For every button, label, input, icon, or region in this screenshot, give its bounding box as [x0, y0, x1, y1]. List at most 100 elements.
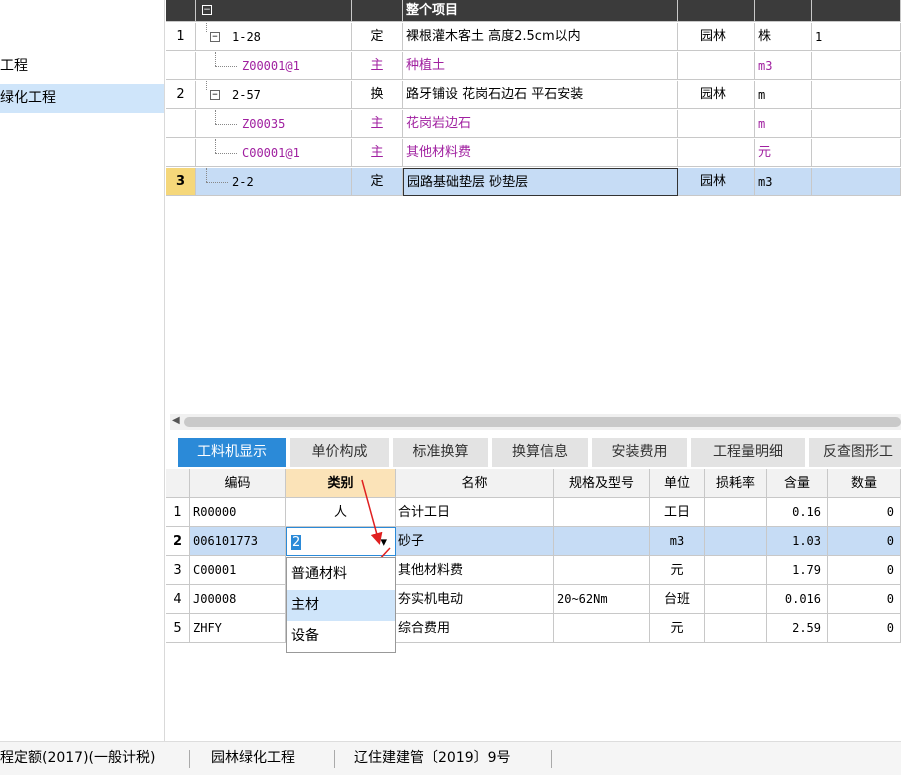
item-code-cell[interactable]: Z00001@1	[196, 52, 352, 80]
item-type[interactable]: 主	[352, 52, 403, 80]
item-unit[interactable]: m3	[755, 168, 812, 196]
item-quantity[interactable]: 1	[812, 23, 901, 51]
header-unit[interactable]: 单位	[650, 469, 705, 498]
item-unit[interactable]: 株	[755, 23, 812, 51]
row-number[interactable]: 1	[166, 23, 196, 51]
tab-unit-price[interactable]: 单价构成	[290, 438, 391, 467]
item-spec[interactable]	[678, 139, 755, 167]
resource-spec[interactable]	[554, 556, 650, 585]
resource-unit[interactable]: 台班	[650, 585, 705, 614]
tab-labor-material[interactable]: 工料机显示	[178, 438, 288, 467]
resource-quantity[interactable]: 0	[828, 614, 901, 643]
resource-unit[interactable]: 元	[650, 556, 705, 585]
resource-spec[interactable]	[554, 614, 650, 643]
item-quantity[interactable]	[812, 81, 901, 109]
tree-item-project[interactable]: 工程	[0, 52, 164, 81]
item-name[interactable]: 园路基础垫层 砂垫层	[403, 168, 678, 196]
resource-name[interactable]: 其他材料费	[396, 556, 554, 585]
tab-quantity-detail[interactable]: 工程量明细	[691, 438, 807, 467]
item-spec[interactable]: 园林	[678, 81, 755, 109]
resource-unit[interactable]: m3	[650, 527, 705, 556]
option-equipment[interactable]: 设备	[287, 621, 395, 652]
resource-quantity[interactable]: 0	[828, 527, 901, 556]
collapse-icon[interactable]: −	[202, 5, 212, 15]
item-unit[interactable]: m	[755, 110, 812, 138]
item-name[interactable]: 花岗岩边石	[403, 110, 678, 138]
resource-spec[interactable]	[554, 498, 650, 527]
row-number[interactable]: 2	[166, 81, 196, 109]
item-type[interactable]: 定	[352, 168, 403, 196]
resource-content[interactable]: 0.16	[767, 498, 828, 527]
item-unit[interactable]: m3	[755, 52, 812, 80]
item-code-cell[interactable]: Z00035	[196, 110, 352, 138]
resource-name[interactable]: 综合费用	[396, 614, 554, 643]
resource-quantity[interactable]: 0	[828, 556, 901, 585]
item-type[interactable]: 主	[352, 110, 403, 138]
tab-conversion-info[interactable]: 换算信息	[492, 438, 590, 467]
item-spec[interactable]	[678, 110, 755, 138]
resource-code[interactable]: R00000	[190, 498, 286, 527]
item-name[interactable]: 种植土	[403, 52, 678, 80]
resource-quantity[interactable]: 0	[828, 498, 901, 527]
horizontal-scrollbar[interactable]: ◀	[170, 414, 901, 430]
row-number[interactable]: 3	[166, 168, 196, 196]
item-quantity[interactable]	[812, 52, 901, 80]
header-code[interactable]: 编码	[190, 469, 286, 498]
item-type[interactable]: 换	[352, 81, 403, 109]
collapse-icon[interactable]: −	[210, 90, 220, 100]
resource-name[interactable]: 夯实机电动	[396, 585, 554, 614]
resource-unit[interactable]: 工日	[650, 498, 705, 527]
option-common-material[interactable]: 普通材料	[287, 559, 395, 590]
row-number[interactable]: 4	[166, 585, 190, 614]
resource-loss-rate[interactable]	[705, 527, 767, 556]
option-main-material[interactable]: 主材	[287, 590, 395, 621]
item-type[interactable]: 定	[352, 23, 403, 51]
tab-installation-cost[interactable]: 安装费用	[592, 438, 689, 467]
item-code-cell[interactable]: 2-2	[196, 168, 352, 196]
header-spec[interactable]: 规格及型号	[554, 469, 650, 498]
item-quantity[interactable]	[812, 168, 901, 196]
row-number[interactable]	[166, 139, 196, 167]
row-number[interactable]	[166, 52, 196, 80]
resource-content[interactable]: 1.79	[767, 556, 828, 585]
header-quantity[interactable]: 数量	[828, 469, 901, 498]
resource-loss-rate[interactable]	[705, 498, 767, 527]
item-quantity[interactable]	[812, 110, 901, 138]
item-name[interactable]: 路牙铺设 花岗石边石 平石安装	[403, 81, 678, 109]
item-code-cell[interactable]: C00001@1	[196, 139, 352, 167]
resource-content[interactable]: 1.03	[767, 527, 828, 556]
resource-code[interactable]: J00008	[190, 585, 286, 614]
row-number[interactable]: 3	[166, 556, 190, 585]
item-quantity[interactable]	[812, 139, 901, 167]
header-content[interactable]: 含量	[767, 469, 828, 498]
header-name[interactable]: 名称	[396, 469, 554, 498]
item-code-cell[interactable]: 2-57 −	[196, 81, 352, 109]
tab-standard-conversion[interactable]: 标准换算	[393, 438, 490, 467]
header-loss-rate[interactable]: 损耗率	[705, 469, 767, 498]
tab-reverse-lookup[interactable]: 反查图形工	[809, 438, 901, 467]
item-code-cell[interactable]: 1-28 −	[196, 23, 352, 51]
row-number[interactable]: 1	[166, 498, 190, 527]
resource-code[interactable]: C00001	[190, 556, 286, 585]
scrollbar-thumb[interactable]	[184, 417, 901, 427]
item-unit[interactable]: m	[755, 81, 812, 109]
resource-content[interactable]: 0.016	[767, 585, 828, 614]
item-unit[interactable]: 元	[755, 139, 812, 167]
resource-spec[interactable]: 20~62Nm	[554, 585, 650, 614]
tree-item-greening[interactable]: 绿化工程	[0, 84, 164, 113]
resource-loss-rate[interactable]	[705, 556, 767, 585]
collapse-icon[interactable]: −	[210, 32, 220, 42]
resource-content[interactable]: 2.59	[767, 614, 828, 643]
item-spec[interactable]: 园林	[678, 23, 755, 51]
resource-code[interactable]: ZHFY	[190, 614, 286, 643]
resource-loss-rate[interactable]	[705, 614, 767, 643]
resource-code[interactable]: 006101773	[190, 527, 286, 556]
resource-unit[interactable]: 元	[650, 614, 705, 643]
resource-loss-rate[interactable]	[705, 585, 767, 614]
item-name[interactable]: 裸根灌木客土 高度2.5cm以内	[403, 23, 678, 51]
resource-quantity[interactable]: 0	[828, 585, 901, 614]
item-type[interactable]: 主	[352, 139, 403, 167]
scroll-left-icon[interactable]: ◀	[172, 415, 180, 426]
resource-name[interactable]: 合计工日	[396, 498, 554, 527]
row-number[interactable]: 2	[166, 527, 190, 556]
